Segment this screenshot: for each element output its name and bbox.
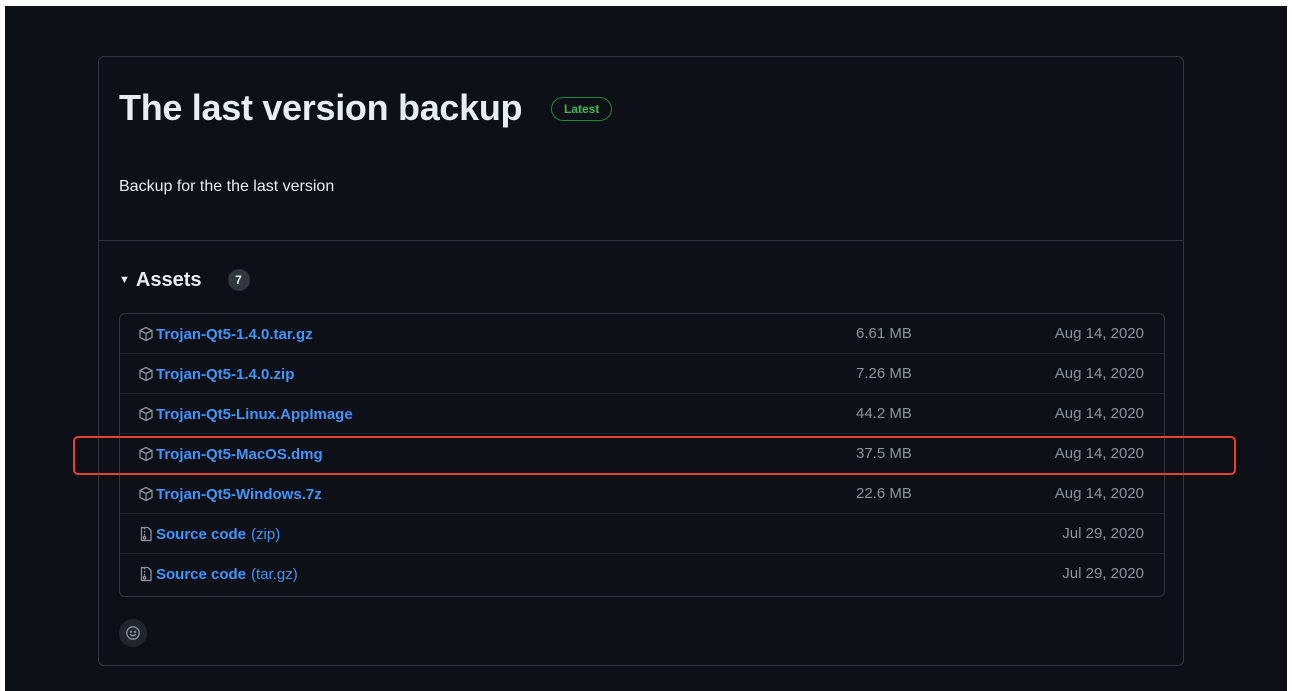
package-icon — [138, 326, 154, 342]
asset-date: Jul 29, 2020 — [1062, 565, 1144, 582]
smiley-icon — [125, 625, 141, 641]
asset-row: Source code (zip) Jul 29, 2020 — [120, 514, 1164, 554]
divider — [99, 240, 1183, 241]
caret-down-icon: ▼ — [119, 274, 130, 286]
release-title[interactable]: The last version backup — [119, 87, 523, 129]
asset-link[interactable]: Trojan-Qt5-1.4.0.zip — [156, 366, 294, 383]
asset-date: Aug 14, 2020 — [1054, 405, 1144, 422]
asset-size: 44.2 MB — [856, 405, 912, 422]
asset-link[interactable]: Trojan-Qt5-MacOS.dmg — [156, 446, 323, 463]
asset-date: Aug 14, 2020 — [1054, 485, 1144, 502]
asset-suffix[interactable]: (zip) — [251, 526, 280, 543]
asset-link[interactable]: Source code — [156, 526, 246, 543]
asset-date: Aug 14, 2020 — [1054, 365, 1144, 382]
asset-date: Aug 14, 2020 — [1054, 445, 1144, 462]
asset-row: Source code (tar.gz) Jul 29, 2020 — [120, 554, 1164, 594]
latest-badge: Latest — [551, 97, 613, 121]
package-icon — [138, 406, 154, 422]
asset-row: Trojan-Qt5-Linux.AppImage 44.2 MB Aug 14… — [120, 394, 1164, 434]
asset-row: Trojan-Qt5-1.4.0.tar.gz 6.61 MB Aug 14, … — [120, 314, 1164, 354]
asset-suffix[interactable]: (tar.gz) — [251, 566, 298, 583]
package-icon — [138, 486, 154, 502]
package-icon — [138, 446, 154, 462]
release-card: The last version backup Latest Backup fo… — [98, 56, 1184, 666]
assets-toggle[interactable]: ▼ Assets 7 — [119, 267, 250, 293]
asset-size: 37.5 MB — [856, 445, 912, 462]
add-reaction-button[interactable] — [119, 619, 147, 647]
asset-link[interactable]: Trojan-Qt5-1.4.0.tar.gz — [156, 326, 313, 343]
package-icon — [138, 366, 154, 382]
asset-size: 22.6 MB — [856, 485, 912, 502]
assets-list: Trojan-Qt5-1.4.0.tar.gz 6.61 MB Aug 14, … — [119, 313, 1165, 597]
asset-row: Trojan-Qt5-1.4.0.zip 7.26 MB Aug 14, 202… — [120, 354, 1164, 394]
asset-date: Jul 29, 2020 — [1062, 525, 1144, 542]
assets-label: Assets — [135, 268, 202, 291]
assets-count-badge: 7 — [227, 269, 250, 291]
asset-size: 6.61 MB — [856, 325, 912, 342]
release-description: Backup for the the last version — [119, 178, 335, 195]
asset-link[interactable]: Source code — [156, 566, 246, 583]
file-zip-icon — [138, 566, 154, 582]
asset-row: Trojan-Qt5-MacOS.dmg 37.5 MB Aug 14, 202… — [120, 434, 1164, 474]
release-page: The last version backup Latest Backup fo… — [5, 6, 1287, 691]
file-zip-icon — [138, 526, 154, 542]
asset-link[interactable]: Trojan-Qt5-Windows.7z — [156, 486, 322, 503]
asset-date: Aug 14, 2020 — [1054, 325, 1144, 342]
asset-row: Trojan-Qt5-Windows.7z 22.6 MB Aug 14, 20… — [120, 474, 1164, 514]
asset-link[interactable]: Trojan-Qt5-Linux.AppImage — [156, 406, 353, 423]
asset-size: 7.26 MB — [856, 365, 912, 382]
